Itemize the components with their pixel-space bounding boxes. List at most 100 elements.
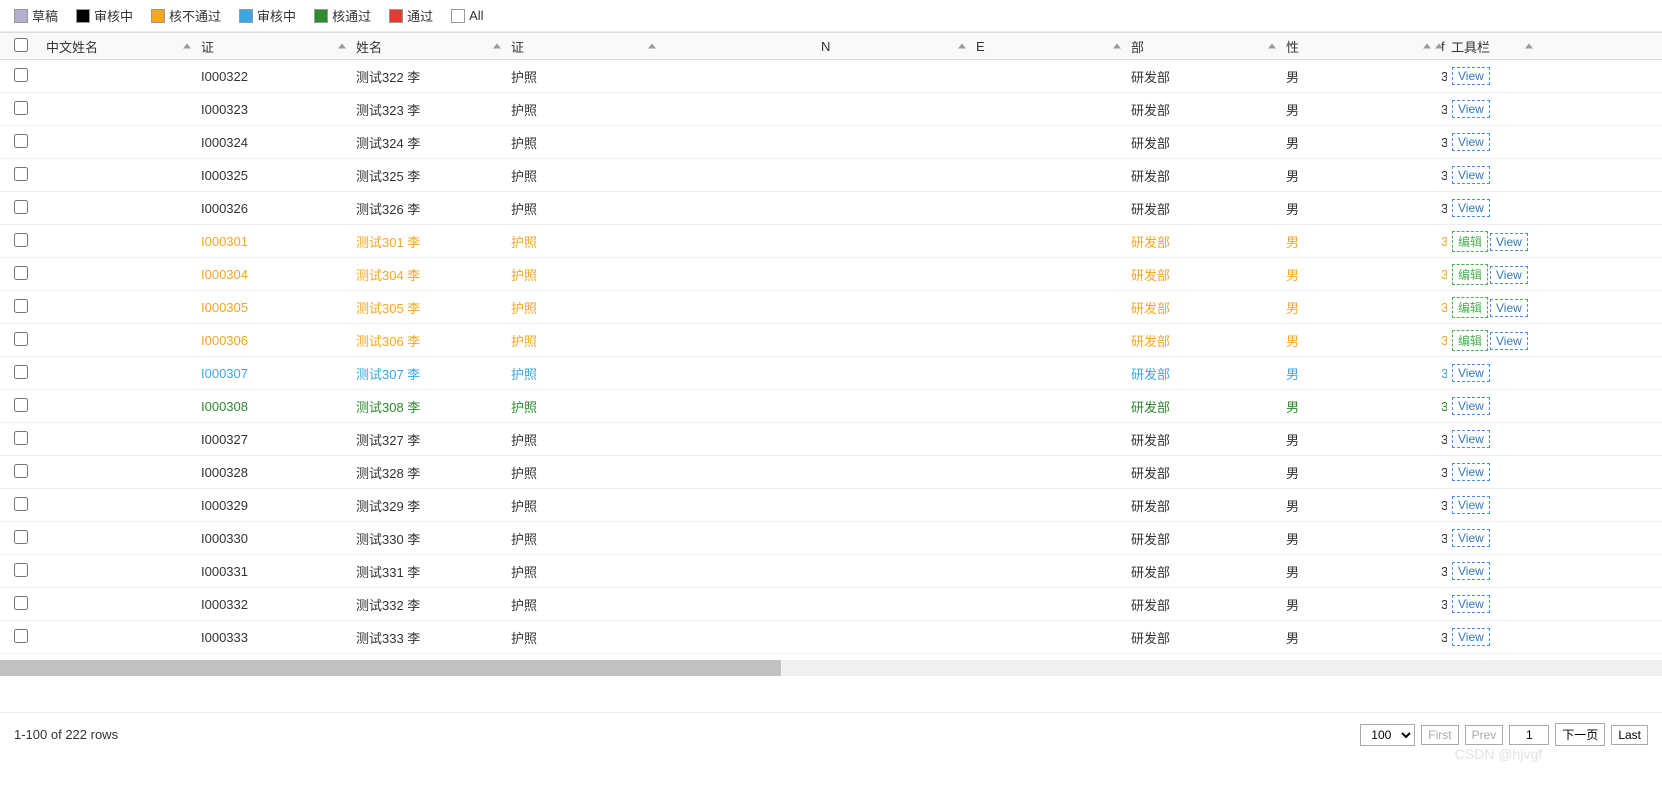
- view-button[interactable]: View: [1490, 332, 1528, 350]
- view-button[interactable]: View: [1452, 496, 1490, 514]
- last-page-button[interactable]: Last: [1611, 725, 1648, 745]
- row-checkbox[interactable]: [14, 497, 28, 511]
- view-button[interactable]: View: [1452, 595, 1490, 613]
- horizontal-scrollbar[interactable]: [0, 660, 1662, 676]
- legend-item[interactable]: All: [451, 8, 483, 23]
- table-row[interactable]: I000304测试304 李护照研发部男3编辑View: [0, 258, 1662, 291]
- column-header[interactable]: 工具栏: [1447, 37, 1537, 56]
- legend-item[interactable]: 核通过: [314, 6, 371, 25]
- column-header[interactable]: [0, 38, 40, 55]
- legend-item[interactable]: 通过: [389, 6, 433, 25]
- column-header[interactable]: 中文姓名: [40, 37, 195, 56]
- view-button[interactable]: View: [1452, 199, 1490, 217]
- sort-icon[interactable]: [183, 44, 191, 49]
- row-checkbox[interactable]: [14, 68, 28, 82]
- cell-num: 3: [1435, 168, 1447, 183]
- table-body[interactable]: I000322测试322 李护照研发部男3ViewI000323测试323 李护…: [0, 60, 1662, 660]
- prev-page-button[interactable]: Prev: [1465, 725, 1504, 745]
- row-checkbox[interactable]: [14, 464, 28, 478]
- cell-tools: View: [1447, 397, 1537, 415]
- view-button[interactable]: View: [1490, 266, 1528, 284]
- view-button[interactable]: View: [1452, 562, 1490, 580]
- view-button[interactable]: View: [1452, 364, 1490, 382]
- next-page-button[interactable]: 下一页: [1555, 723, 1605, 746]
- edit-button[interactable]: 编辑: [1452, 297, 1488, 318]
- view-button[interactable]: View: [1452, 430, 1490, 448]
- row-checkbox[interactable]: [14, 299, 28, 313]
- column-header[interactable]: N: [815, 39, 970, 54]
- column-header[interactable]: 证: [505, 37, 660, 56]
- column-header[interactable]: 部: [1125, 37, 1280, 56]
- row-checkbox[interactable]: [14, 398, 28, 412]
- edit-button[interactable]: 编辑: [1452, 330, 1488, 351]
- page-input[interactable]: [1509, 725, 1549, 745]
- table-row[interactable]: I000306测试306 李护照研发部男3编辑View: [0, 324, 1662, 357]
- view-button[interactable]: View: [1452, 463, 1490, 481]
- table-row[interactable]: I000334测试334 李护照研发部男3View: [0, 654, 1662, 660]
- view-button[interactable]: View: [1452, 628, 1490, 646]
- column-header[interactable]: 性: [1280, 37, 1435, 56]
- table-row[interactable]: I000327测试327 李护照研发部男3View: [0, 423, 1662, 456]
- sort-icon[interactable]: [1525, 44, 1533, 49]
- table-row[interactable]: I000330测试330 李护照研发部男3View: [0, 522, 1662, 555]
- sort-icon[interactable]: [1268, 44, 1276, 49]
- table-row[interactable]: I000332测试332 李护照研发部男3View: [0, 588, 1662, 621]
- sort-icon[interactable]: [1423, 44, 1431, 49]
- table-row[interactable]: I000328测试328 李护照研发部男3View: [0, 456, 1662, 489]
- row-checkbox[interactable]: [14, 530, 28, 544]
- table-row[interactable]: I000325测试325 李护照研发部男3View: [0, 159, 1662, 192]
- select-all-checkbox[interactable]: [14, 38, 28, 52]
- scrollbar-thumb[interactable]: [0, 660, 781, 676]
- legend-item[interactable]: 核不通过: [151, 6, 221, 25]
- row-checkbox[interactable]: [14, 563, 28, 577]
- table-row[interactable]: I000326测试326 李护照研发部男3View: [0, 192, 1662, 225]
- table-row[interactable]: I000308测试308 李护照研发部男3View: [0, 390, 1662, 423]
- table-row[interactable]: I000301测试301 李护照研发部男3编辑View: [0, 225, 1662, 258]
- column-header[interactable]: f: [1435, 39, 1447, 54]
- table-row[interactable]: I000324测试324 李护照研发部男3View: [0, 126, 1662, 159]
- view-button[interactable]: View: [1452, 397, 1490, 415]
- table-row[interactable]: I000333测试333 李护照研发部男3View: [0, 621, 1662, 654]
- view-button[interactable]: View: [1452, 133, 1490, 151]
- row-checkbox[interactable]: [14, 332, 28, 346]
- cell-num: 3: [1435, 498, 1447, 513]
- legend-item[interactable]: 草稿: [14, 6, 58, 25]
- table-row[interactable]: I000331测试331 李护照研发部男3View: [0, 555, 1662, 588]
- sort-icon[interactable]: [338, 44, 346, 49]
- row-checkbox[interactable]: [14, 365, 28, 379]
- sort-icon[interactable]: [1435, 44, 1443, 49]
- table-row[interactable]: I000305测试305 李护照研发部男3编辑View: [0, 291, 1662, 324]
- sort-icon[interactable]: [493, 44, 501, 49]
- legend-item[interactable]: 审核中: [239, 6, 296, 25]
- first-page-button[interactable]: First: [1421, 725, 1458, 745]
- sort-icon[interactable]: [958, 44, 966, 49]
- edit-button[interactable]: 编辑: [1452, 231, 1488, 252]
- row-checkbox[interactable]: [14, 431, 28, 445]
- row-checkbox[interactable]: [14, 629, 28, 643]
- row-checkbox[interactable]: [14, 134, 28, 148]
- view-button[interactable]: View: [1490, 233, 1528, 251]
- sort-icon[interactable]: [648, 44, 656, 49]
- row-checkbox[interactable]: [14, 266, 28, 280]
- sort-icon[interactable]: [1113, 44, 1121, 49]
- column-header[interactable]: E: [970, 39, 1125, 54]
- column-header[interactable]: 证: [195, 37, 350, 56]
- table-row[interactable]: I000322测试322 李护照研发部男3View: [0, 60, 1662, 93]
- edit-button[interactable]: 编辑: [1452, 264, 1488, 285]
- table-row[interactable]: I000323测试323 李护照研发部男3View: [0, 93, 1662, 126]
- page-size-select[interactable]: 100: [1360, 724, 1415, 746]
- table-row[interactable]: I000329测试329 李护照研发部男3View: [0, 489, 1662, 522]
- row-checkbox[interactable]: [14, 101, 28, 115]
- row-checkbox[interactable]: [14, 596, 28, 610]
- table-row[interactable]: I000307测试307 李护照研发部男3View: [0, 357, 1662, 390]
- legend-item[interactable]: 审核中: [76, 6, 133, 25]
- row-checkbox[interactable]: [14, 167, 28, 181]
- view-button[interactable]: View: [1452, 529, 1490, 547]
- row-checkbox[interactable]: [14, 200, 28, 214]
- row-checkbox[interactable]: [14, 233, 28, 247]
- view-button[interactable]: View: [1452, 100, 1490, 118]
- view-button[interactable]: View: [1452, 166, 1490, 184]
- column-header[interactable]: 姓名: [350, 37, 505, 56]
- view-button[interactable]: View: [1452, 67, 1490, 85]
- view-button[interactable]: View: [1490, 299, 1528, 317]
